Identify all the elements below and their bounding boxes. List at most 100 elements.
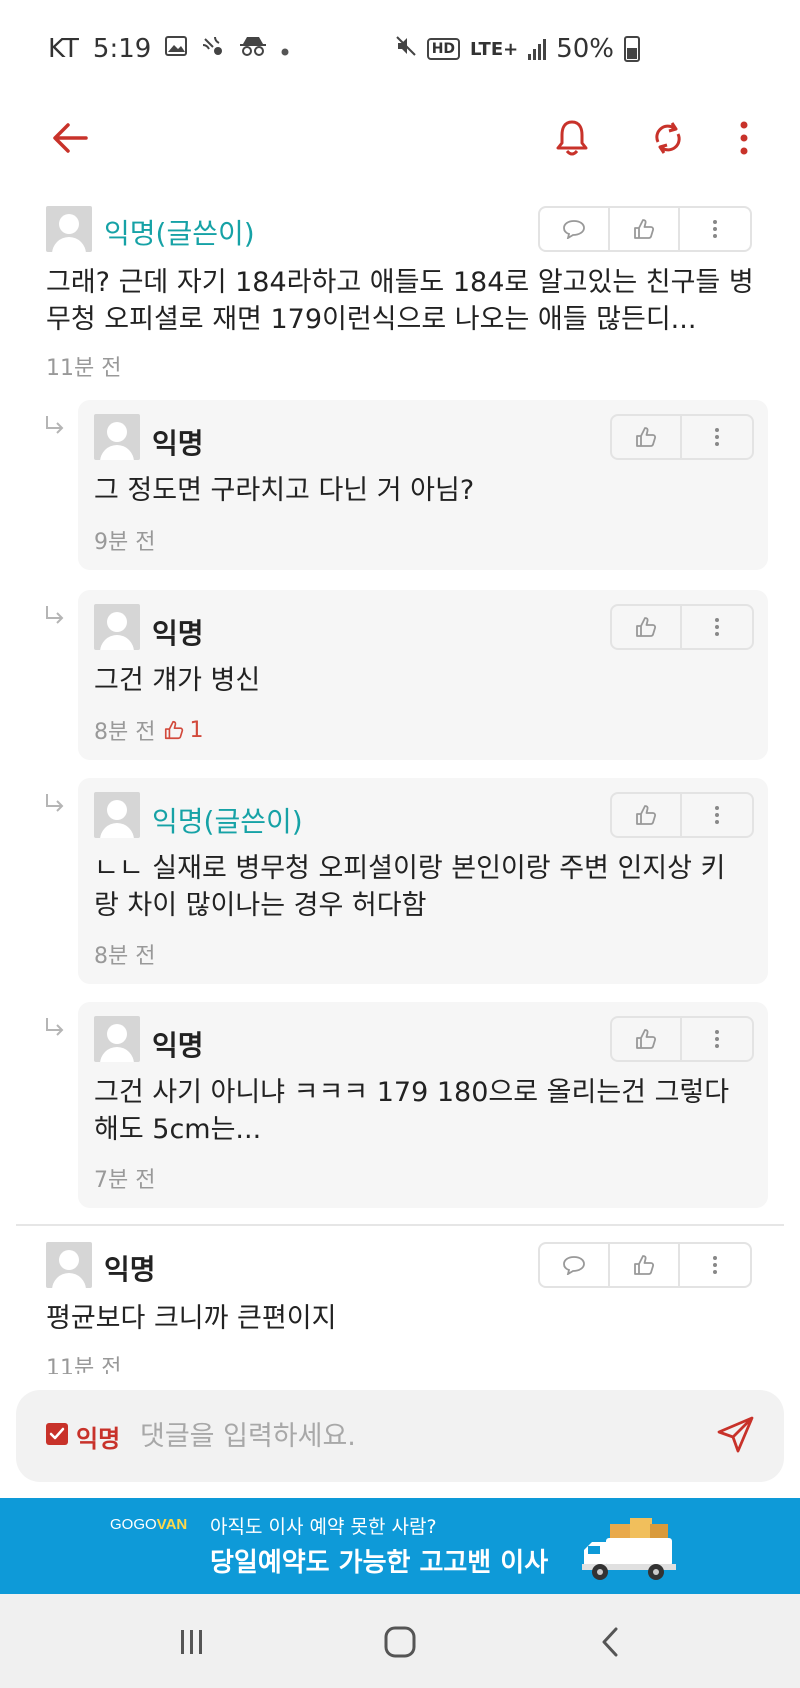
satellite-icon [201, 35, 225, 63]
like-button[interactable] [612, 606, 682, 648]
comment-author[interactable]: 익명 [104, 1248, 156, 1288]
reply-item: 익명(글쓴이) ㄴㄴ 실재로 병무청 오피셜이랑 본인이랑 주변 인지상 키랑 … [78, 778, 768, 984]
comment-divider [16, 1224, 784, 1226]
back-chevron-icon [602, 1627, 618, 1657]
lte-indicator: LTE+ [470, 38, 519, 60]
send-icon [717, 1416, 754, 1453]
comment-actions [538, 1242, 752, 1288]
like-button[interactable] [610, 208, 680, 250]
comment-more-button[interactable] [680, 1244, 750, 1286]
timestamp: 8분 전 [94, 944, 156, 969]
reply-arrow-icon [46, 1018, 64, 1036]
comment-author[interactable]: 익명 [152, 422, 204, 462]
comment-more-button[interactable] [680, 208, 750, 250]
reply-item: 익명 그건 걔가 병신 8분 전 1 [78, 590, 768, 760]
comment-text: 평균보다 크니까 큰편이지 [46, 1303, 337, 1334]
comment-author[interactable]: 익명 [152, 612, 204, 652]
avatar [94, 792, 140, 838]
reply-button[interactable] [540, 208, 610, 250]
more-vertical-icon [715, 428, 719, 446]
anonymous-checkbox[interactable] [46, 1423, 68, 1445]
comment-text: 그 정도면 구라치고 다닌 거 아님? [94, 475, 475, 506]
like-button[interactable] [612, 1018, 682, 1060]
comment-time: 9분 전 [94, 524, 155, 556]
refresh-icon[interactable] [644, 114, 692, 162]
battery-percent: 50% [556, 34, 614, 64]
comment-more-button[interactable] [682, 416, 752, 458]
like-button[interactable] [612, 794, 682, 836]
status-left: KT 5:19 [48, 34, 289, 64]
reply-item: 익명 그 정도면 구라치고 다닌 거 아님? 9분 전 [78, 400, 768, 570]
thumbs-up-icon [636, 805, 657, 825]
thumbs-up-icon [636, 1029, 657, 1049]
system-nav-bar [0, 1594, 800, 1688]
timestamp: 7분 전 [94, 1168, 156, 1193]
comment-text: 그건 걔가 병신 [94, 665, 261, 696]
anonymous-label[interactable]: 익명 [76, 1419, 120, 1454]
reply-item: 익명 그건 사기 아니냐 ㅋㅋㅋ 179 180으로 올리는건 그렇다 해도 5… [78, 1002, 768, 1208]
ad-tagline: 당일예약도 가능한 고고밴 이사 [210, 1548, 549, 1578]
avatar [46, 206, 92, 252]
incognito-icon [239, 35, 267, 63]
ad-headline: 아직도 이사 예약 못한 사람? [210, 1516, 437, 1538]
home-button[interactable] [378, 1620, 422, 1664]
like-button[interactable] [610, 1244, 680, 1286]
reply-arrow-icon [46, 794, 64, 812]
comment-author[interactable]: 익명(글쓴이) [104, 212, 255, 252]
avatar [94, 414, 140, 460]
ad-banner[interactable]: GOGOVAN 아직도 이사 예약 못한 사람? 당일예약도 가능한 고고밴 이… [0, 1498, 800, 1594]
more-vertical-icon [713, 220, 717, 238]
thumbs-up-icon [636, 617, 657, 637]
reply-arrow-icon [46, 416, 64, 434]
comment-item: 익명(글쓴이) 그래? 근데 자기 184라하고 애들도 184로 알고있는 친… [0, 200, 800, 390]
comment-more-button[interactable] [682, 794, 752, 836]
ad-brand-logo: GOGOVAN [110, 1516, 188, 1533]
like-count-value: 1 [189, 717, 204, 743]
comment-more-button[interactable] [682, 606, 752, 648]
battery-icon [624, 36, 640, 62]
system-back-button[interactable] [588, 1620, 632, 1664]
status-right: HD LTE+ 50% [395, 34, 640, 64]
timestamp: 11분 전 [46, 1356, 122, 1374]
comment-text: 그래? 근데 자기 184라하고 애들도 184로 알고있는 친구들 병무청 오… [46, 267, 754, 335]
reply-arrow-icon [46, 606, 64, 624]
comment-time: 11분 전 [46, 1350, 121, 1374]
mute-icon [395, 35, 417, 63]
app-bar [0, 100, 800, 180]
like-button[interactable] [612, 416, 682, 458]
bell-icon[interactable] [548, 114, 596, 162]
speech-bubble-icon [563, 1256, 585, 1275]
timestamp: 9분 전 [94, 530, 156, 555]
reply-button[interactable] [540, 1244, 610, 1286]
signal-strength-icon [528, 38, 547, 60]
comment-actions [610, 1016, 754, 1062]
send-button[interactable] [716, 1414, 760, 1458]
comment-input[interactable] [140, 1410, 680, 1462]
clock: 5:19 [92, 34, 152, 64]
timestamp: 8분 전 [94, 720, 156, 745]
carrier-label: KT [48, 34, 79, 64]
recent-apps-button[interactable] [170, 1620, 214, 1664]
moving-truck-icon [582, 1518, 676, 1580]
comment-time: 7분 전 [94, 1162, 155, 1194]
back-arrow-icon[interactable] [48, 116, 92, 160]
like-count: 1 [163, 718, 203, 743]
comment-input-bar: 익명 [16, 1390, 784, 1482]
thumbs-up-icon [634, 219, 655, 239]
home-icon [384, 1626, 416, 1658]
status-bar: KT 5:19 HD LTE+ 50% [0, 0, 800, 100]
comment-time: 11분 전 [46, 350, 121, 382]
speech-bubble-icon [563, 220, 585, 239]
comment-more-button[interactable] [682, 1018, 752, 1060]
thumbs-up-icon [636, 427, 657, 447]
more-vertical-icon [715, 806, 719, 824]
more-vertical-icon [715, 1030, 719, 1048]
comment-author[interactable]: 익명(글쓴이) [152, 800, 303, 840]
more-vertical-icon [713, 1256, 717, 1274]
comment-item: 익명 평균보다 크니까 큰편이지 11분 전 [0, 1236, 800, 1374]
comment-author[interactable]: 익명 [152, 1024, 204, 1064]
comment-actions [610, 414, 754, 460]
more-vertical-icon [715, 618, 719, 636]
comment-actions [538, 206, 752, 252]
more-vertical-icon[interactable] [722, 114, 766, 162]
